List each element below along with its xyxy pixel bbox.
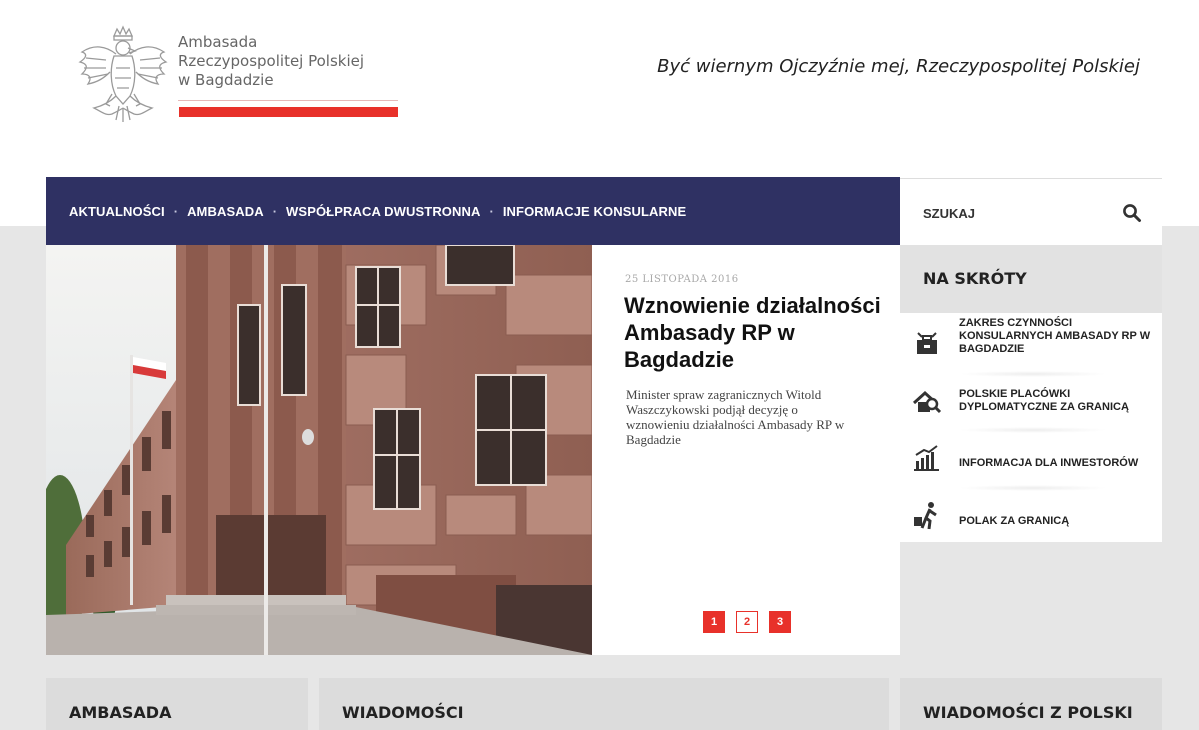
embassy-name-line: w Bagdadzie [178, 71, 274, 89]
nav-separator: · [489, 203, 494, 219]
growth-chart-icon [914, 445, 939, 471]
house-search-icon [912, 390, 942, 414]
shortcut-divider [958, 371, 1108, 377]
search-icon[interactable] [1122, 203, 1142, 223]
shortcut-divider [958, 427, 1108, 433]
shortcuts-panel: NA SKRÓTY ZAKRES CZYNNOŚCI KONSULARNYCH … [900, 245, 1162, 542]
news-slider: 25 LISTOPADA 2016 Wznowienie działalnośc… [46, 245, 900, 655]
main-nav: AKTUALNOŚCI · AMBASADA · WSPÓŁPRACA DWUS… [46, 177, 900, 245]
news-summary: Minister spraw zagranicznych Witold Wasz… [626, 387, 845, 447]
shortcut-consular-scope[interactable]: ZAKRES CZYNNOŚCI KONSULARNYCH AMBASADY R… [900, 315, 1162, 371]
embassy-name-line: Rzeczypospolitej Polskiej [178, 52, 365, 70]
nav-item-informacje-konsularne[interactable]: INFORMACJE KONSULARNE [503, 204, 686, 219]
logo-divider [178, 100, 398, 101]
embassy-building-photo[interactable] [46, 245, 592, 655]
logo-red-bar [179, 107, 398, 117]
search-box[interactable]: SZUKAJ [900, 178, 1162, 245]
traveler-luggage-icon [914, 502, 937, 530]
nav-item-wspolpraca[interactable]: WSPÓŁPRACA DWUSTRONNA [286, 204, 480, 219]
shortcut-label: POLAK ZA GRANICĄ [959, 515, 1070, 527]
shortcut-investors[interactable]: INFORMACJA DLA INWESTORÓW [900, 435, 1162, 491]
shortcuts-title: NA SKRÓTY [900, 245, 1162, 313]
section-wiadomosci-z-polski[interactable]: WIADOMOŚCI Z POLSKI [900, 678, 1162, 730]
white-eagle-emblem-icon [78, 25, 168, 122]
news-date: 25 LISTOPADA 2016 [625, 274, 739, 285]
slider-page-2[interactable]: 2 [736, 611, 758, 633]
nav-separator: · [173, 203, 179, 219]
slider-page-1[interactable]: 1 [703, 611, 725, 633]
slider-pagination: 1 2 3 [703, 611, 791, 633]
shortcut-divider [958, 485, 1108, 491]
embassy-name: Ambasada Rzeczypospolitej Polskiej w Bag… [178, 33, 364, 90]
nav-separator: · [272, 203, 278, 219]
slider-page-3[interactable]: 3 [769, 611, 791, 633]
embassy-logo-link[interactable]: Ambasada Rzeczypospolitej Polskiej w Bag… [76, 24, 406, 128]
search-label: SZUKAJ [923, 206, 976, 221]
nav-item-aktualnosci[interactable]: AKTUALNOŚCI [69, 204, 165, 219]
consular-briefcase-icon [917, 332, 937, 354]
section-ambasada[interactable]: AMBASADA [46, 678, 308, 730]
shortcut-label: INFORMACJA DLA INWESTORÓW [959, 457, 1139, 469]
news-headline-link[interactable]: Wznowienie działalności Ambasady RP w Ba… [624, 292, 889, 373]
motto-text: Być wiernym Ojczyźnie mej, Rzeczypospoli… [657, 56, 1140, 77]
shortcut-pole-abroad[interactable]: POLAK ZA GRANICĄ [900, 493, 1162, 549]
shortcut-label: ZAKRES CZYNNOŚCI KONSULARNYCH AMBASADY R… [959, 317, 1151, 355]
shortcut-label: POLSKIE PLACÓWKI DYPLOMATYCZNE ZA GRANIC… [959, 388, 1129, 413]
section-wiadomosci[interactable]: WIADOMOŚCI [319, 678, 889, 730]
embassy-name-line: Ambasada [178, 33, 258, 51]
nav-item-ambasada[interactable]: AMBASADA [187, 204, 264, 219]
